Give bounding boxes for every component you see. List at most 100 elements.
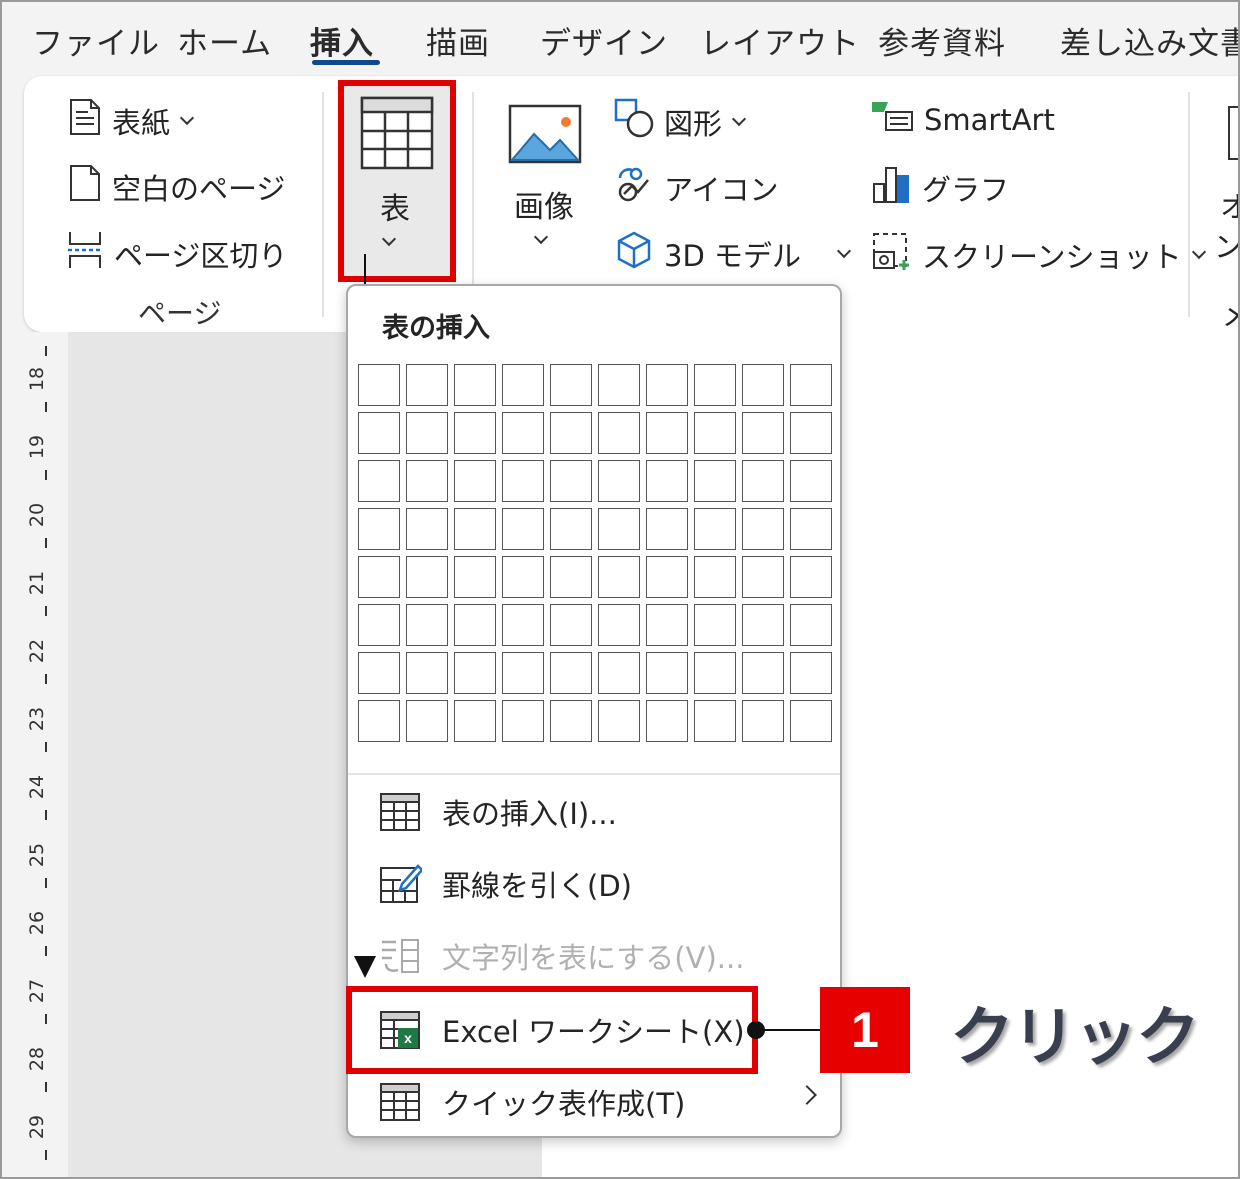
table-grid-cell[interactable] bbox=[502, 364, 544, 406]
table-grid-cell[interactable] bbox=[406, 508, 448, 550]
table-grid-cell[interactable] bbox=[694, 604, 736, 646]
table-grid-cell[interactable] bbox=[790, 604, 832, 646]
table-grid-cell[interactable] bbox=[358, 508, 400, 550]
table-grid-cell[interactable] bbox=[358, 652, 400, 694]
tab-layout[interactable]: レイアウト bbox=[700, 18, 860, 63]
table-grid-cell[interactable] bbox=[550, 460, 592, 502]
tab-references[interactable]: 参考資料 bbox=[878, 18, 1006, 63]
icons-button[interactable]: アイコン bbox=[614, 164, 779, 211]
table-grid-cell[interactable] bbox=[598, 460, 640, 502]
table-grid-cell[interactable] bbox=[358, 364, 400, 406]
table-grid-cell[interactable] bbox=[790, 652, 832, 694]
page-break-button[interactable]: ページ区切り bbox=[66, 230, 287, 277]
table-grid-cell[interactable] bbox=[454, 604, 496, 646]
table-grid-cell[interactable] bbox=[358, 460, 400, 502]
table-grid-cell[interactable] bbox=[694, 700, 736, 742]
table-grid-cell[interactable] bbox=[790, 700, 832, 742]
table-grid-cell[interactable] bbox=[550, 364, 592, 406]
table-grid-cell[interactable] bbox=[550, 700, 592, 742]
table-grid-cell[interactable] bbox=[454, 412, 496, 454]
table-grid-cell[interactable] bbox=[742, 364, 784, 406]
table-grid-cell[interactable] bbox=[502, 460, 544, 502]
table-grid-cell[interactable] bbox=[502, 604, 544, 646]
shapes-button[interactable]: 図形 bbox=[614, 98, 747, 145]
table-grid-cell[interactable] bbox=[646, 460, 688, 502]
tab-design[interactable]: デザイン bbox=[540, 18, 668, 63]
3d-models-button[interactable]: 3D モデル bbox=[614, 230, 852, 277]
tab-file[interactable]: ファイル bbox=[32, 18, 160, 63]
table-grid-cell[interactable] bbox=[790, 460, 832, 502]
table-grid-cell[interactable] bbox=[550, 604, 592, 646]
blank-page-button[interactable]: 空白のページ bbox=[68, 164, 285, 209]
table-grid-cell[interactable] bbox=[598, 364, 640, 406]
table-grid-cell[interactable] bbox=[406, 460, 448, 502]
quick-tables-menu-item[interactable]: クイック表作成(T) bbox=[378, 1072, 685, 1132]
table-grid-cell[interactable] bbox=[790, 556, 832, 598]
table-grid-cell[interactable] bbox=[550, 652, 592, 694]
chart-button[interactable]: グラフ bbox=[870, 164, 1009, 211]
table-grid-cell[interactable] bbox=[502, 652, 544, 694]
table-grid-cell[interactable] bbox=[790, 508, 832, 550]
tab-draw[interactable]: 描画 bbox=[426, 18, 490, 63]
table-grid-cell[interactable] bbox=[406, 652, 448, 694]
table-grid-cell[interactable] bbox=[358, 604, 400, 646]
table-grid-cell[interactable] bbox=[598, 508, 640, 550]
screenshot-button[interactable]: スクリーンショット bbox=[870, 230, 1206, 279]
table-grid-cell[interactable] bbox=[550, 556, 592, 598]
table-grid-cell[interactable] bbox=[454, 508, 496, 550]
table-grid-cell[interactable] bbox=[742, 604, 784, 646]
table-grid-cell[interactable] bbox=[454, 460, 496, 502]
smartart-button[interactable]: SmartArt bbox=[870, 98, 1055, 141]
table-grid-cell[interactable] bbox=[406, 412, 448, 454]
table-grid-cell[interactable] bbox=[454, 556, 496, 598]
table-grid-cell[interactable] bbox=[694, 460, 736, 502]
table-grid-cell[interactable] bbox=[502, 412, 544, 454]
image-button[interactable]: 画像 bbox=[502, 98, 588, 268]
table-grid-cell[interactable] bbox=[646, 364, 688, 406]
table-grid-cell[interactable] bbox=[598, 556, 640, 598]
table-grid-cell[interactable] bbox=[358, 556, 400, 598]
table-grid-cell[interactable] bbox=[502, 556, 544, 598]
table-grid-cell[interactable] bbox=[598, 700, 640, 742]
table-grid-cell[interactable] bbox=[646, 412, 688, 454]
tab-mailings[interactable]: 差し込み文書 bbox=[1060, 18, 1238, 63]
table-grid-cell[interactable] bbox=[646, 604, 688, 646]
table-grid-cell[interactable] bbox=[454, 364, 496, 406]
table-grid-cell[interactable] bbox=[742, 652, 784, 694]
table-grid-cell[interactable] bbox=[646, 652, 688, 694]
table-grid-cell[interactable] bbox=[406, 604, 448, 646]
table-grid-cell[interactable] bbox=[598, 604, 640, 646]
insert-table-menu-item[interactable]: 表の挿入(I)... bbox=[378, 782, 617, 842]
table-grid-cell[interactable] bbox=[742, 460, 784, 502]
table-grid-cell[interactable] bbox=[742, 556, 784, 598]
table-grid-cell[interactable] bbox=[454, 700, 496, 742]
draw-table-menu-item[interactable]: 罫線を引く(D) bbox=[378, 854, 632, 914]
table-grid-cell[interactable] bbox=[358, 412, 400, 454]
table-grid-cell[interactable] bbox=[550, 508, 592, 550]
table-grid-cell[interactable] bbox=[502, 508, 544, 550]
tab-insert[interactable]: 挿入 bbox=[310, 18, 374, 63]
table-grid-cell[interactable] bbox=[550, 412, 592, 454]
table-grid-cell[interactable] bbox=[598, 412, 640, 454]
table-grid-cell[interactable] bbox=[742, 508, 784, 550]
table-grid-cell[interactable] bbox=[742, 700, 784, 742]
table-grid-cell[interactable] bbox=[694, 364, 736, 406]
table-grid-cell[interactable] bbox=[646, 700, 688, 742]
table-grid-cell[interactable] bbox=[598, 652, 640, 694]
table-grid-cell[interactable] bbox=[454, 652, 496, 694]
table-grid-cell[interactable] bbox=[358, 700, 400, 742]
table-grid-cell[interactable] bbox=[406, 700, 448, 742]
table-grid-cell[interactable] bbox=[646, 556, 688, 598]
table-grid-cell[interactable] bbox=[406, 556, 448, 598]
table-grid-cell[interactable] bbox=[502, 700, 544, 742]
table-grid-cell[interactable] bbox=[646, 508, 688, 550]
table-size-grid[interactable] bbox=[358, 364, 832, 742]
table-grid-cell[interactable] bbox=[406, 364, 448, 406]
table-grid-cell[interactable] bbox=[694, 652, 736, 694]
table-grid-cell[interactable] bbox=[790, 412, 832, 454]
table-grid-cell[interactable] bbox=[694, 412, 736, 454]
table-grid-cell[interactable] bbox=[790, 364, 832, 406]
table-grid-cell[interactable] bbox=[694, 556, 736, 598]
cover-page-button[interactable]: 表紙 bbox=[68, 98, 195, 143]
table-grid-cell[interactable] bbox=[742, 412, 784, 454]
